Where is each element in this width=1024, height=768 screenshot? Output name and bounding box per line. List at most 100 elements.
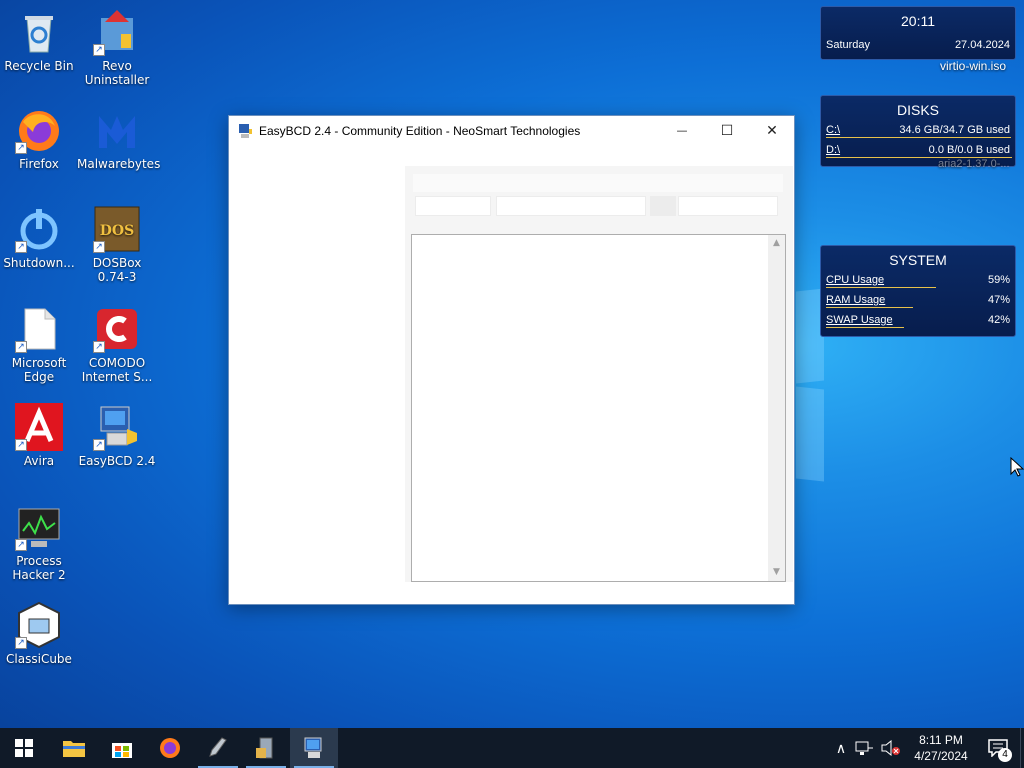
firefox-icon: ↗ [15, 106, 63, 154]
toolbar-field[interactable] [415, 196, 491, 216]
icon-label: COMODO Internet S... [81, 356, 153, 384]
store-icon [112, 743, 132, 758]
icon-label: Firefox [19, 157, 59, 171]
close-button[interactable]: ✕ [749, 116, 795, 145]
revo-uninstaller-icon: ↗ [93, 8, 141, 56]
edge-file-icon: ↗ [15, 305, 63, 353]
desktop-file-label[interactable]: aria2-1.37.0-... [938, 158, 1010, 170]
notification-count-badge: 4 [998, 748, 1012, 762]
window-title: EasyBCD 2.4 - Community Edition - NeoSma… [259, 124, 581, 138]
disks-gadget[interactable]: DISKS C:\ 34.6 GB/34.7 GB used D:\ 0.0 B… [820, 95, 1016, 167]
show-desktop-button[interactable] [1020, 728, 1024, 768]
network-icon[interactable] [854, 740, 874, 756]
desktop-icon-microsoft-edge[interactable]: ↗ Microsoft Edge [0, 305, 79, 384]
easybcd-title-icon [239, 124, 252, 138]
maximize-icon: ☐ [720, 122, 734, 139]
shortcut-arrow-icon: ↗ [15, 241, 27, 253]
desktop-icon-malwarebytes[interactable]: Malwarebytes [77, 106, 161, 171]
shortcut-arrow-icon: ↗ [93, 44, 105, 56]
desktop-icon-process-hacker[interactable]: ↗ Process Hacker 2 [0, 503, 79, 582]
toolbar-field[interactable] [650, 196, 676, 216]
desktop-icon-classicube[interactable]: ↗ ClassiCube [0, 601, 79, 666]
classicube-icon: ↗ [15, 601, 63, 649]
comodo-icon: ↗ [93, 305, 141, 353]
maximize-button[interactable]: ☐ [704, 116, 750, 145]
window-titlebar[interactable]: EasyBCD 2.4 - Community Edition - NeoSma… [229, 116, 794, 146]
entries-listbox[interactable]: ▲ ▼ [411, 234, 786, 582]
desktop-icon-avira[interactable]: ↗ Avira [0, 403, 79, 468]
listbox-scrollbar[interactable]: ▲ ▼ [768, 235, 785, 581]
scroll-down-icon[interactable]: ▼ [768, 564, 785, 581]
easybcd-icon [304, 737, 322, 758]
desktop-icon-comodo[interactable]: ↗ COMODO Internet S... [77, 305, 157, 384]
system-value: 42% [987, 314, 1010, 326]
show-hidden-icons-chevron-icon[interactable]: ∧ [830, 740, 852, 757]
disk-row: C:\ 34.6 GB/34.7 GB used [821, 120, 1015, 140]
mouse-cursor-icon [1010, 457, 1024, 477]
firefox-icon [160, 738, 180, 758]
system-row: SWAP Usage 42% [821, 310, 1015, 330]
avira-icon: ↗ [15, 403, 63, 451]
icon-label: Avira [23, 454, 55, 468]
gadget-day: Saturday [826, 39, 871, 51]
system-value: 59% [987, 274, 1010, 286]
file-explorer-icon [63, 741, 85, 757]
system-tray: ∧ 8:11 PM 4/27/2024 4 [830, 728, 1024, 768]
swap-usage-bar [826, 327, 904, 328]
taskbar-easybcd[interactable] [290, 728, 338, 768]
desktop-icon-easybcd[interactable]: ↗ EasyBCD 2.4 [77, 403, 157, 468]
taskbar-firefox[interactable] [146, 728, 194, 768]
process-hacker-icon: ↗ [15, 503, 63, 551]
icon-label: Process Hacker 2 [12, 554, 66, 582]
recycle-bin-icon [15, 8, 63, 56]
taskbar-store[interactable] [98, 728, 146, 768]
clock-gadget[interactable]: 20:11 Saturday 27.04.2024 [820, 6, 1016, 60]
system-row: RAM Usage 47% [821, 290, 1015, 310]
svg-text:DOS: DOS [100, 223, 134, 239]
close-icon: ✕ [766, 122, 778, 139]
start-icon [15, 739, 33, 757]
action-center-button[interactable]: 4 [976, 728, 1020, 768]
taskbar-file-explorer[interactable] [50, 728, 98, 768]
volume-muted-icon[interactable] [880, 740, 902, 756]
system-title: SYSTEM [889, 252, 947, 268]
desktop-icon-firefox[interactable]: ↗ Firefox [0, 106, 79, 171]
start-button[interactable] [0, 728, 48, 768]
taskbar-rocket-app[interactable] [194, 728, 242, 768]
system-gadget[interactable]: SYSTEM CPU Usage 59% RAM Usage 47% SWAP … [820, 245, 1016, 337]
icon-label: EasyBCD 2.4 [78, 454, 156, 468]
taskbar-clock[interactable]: 8:11 PM 4/27/2024 [906, 732, 976, 764]
desktop-icon-recycle-bin[interactable]: Recycle Bin [0, 8, 79, 73]
system-value: 47% [987, 294, 1010, 306]
shortcut-arrow-icon: ↗ [93, 241, 105, 253]
shortcut-arrow-icon: ↗ [93, 341, 105, 353]
taskbar-time: 8:11 PM [919, 733, 963, 747]
dosbox-icon: DOS ↗ [93, 205, 141, 253]
desktop-file-label[interactable]: virtio-win.iso [940, 59, 1006, 73]
rocket-app-icon [209, 737, 227, 757]
easybcd-window[interactable]: EasyBCD 2.4 - Community Edition - NeoSma… [228, 115, 795, 605]
taskbar-date: 4/27/2024 [914, 749, 968, 763]
icon-label: ClassiCube [6, 652, 72, 666]
toolbar-field[interactable] [678, 196, 778, 216]
icon-label: Malwarebytes [77, 157, 161, 171]
scroll-up-icon[interactable]: ▲ [768, 235, 785, 252]
taskbar: ∧ 8:11 PM 4/27/2024 4 [0, 728, 1024, 768]
shortcut-arrow-icon: ↗ [15, 142, 27, 154]
shortcut-arrow-icon: ↗ [15, 439, 27, 451]
icon-label: Recycle Bin [4, 59, 74, 73]
easybcd-icon: ↗ [93, 403, 141, 451]
wallpaper-light-ray [796, 386, 824, 482]
disk-usage-bar [826, 137, 1011, 138]
shortcut-arrow-icon: ↗ [93, 439, 105, 451]
desktop-icon-dosbox[interactable]: DOS ↗ DOSBox 0.74-3 [77, 205, 157, 284]
cpu-usage-bar [826, 287, 936, 288]
desktop-icon-revo-uninstaller[interactable]: ↗ Revo Uninstaller [77, 8, 157, 87]
desktop-icon-shutdown[interactable]: ↗ Shutdown... [0, 205, 79, 270]
server-app-icon [256, 737, 273, 759]
disk-row: D:\ 0.0 B/0.0 B used [821, 140, 1015, 160]
ram-usage-bar [826, 307, 913, 308]
minimize-button[interactable]: — [659, 116, 705, 145]
taskbar-server-app[interactable] [242, 728, 290, 768]
toolbar-field[interactable] [496, 196, 646, 216]
